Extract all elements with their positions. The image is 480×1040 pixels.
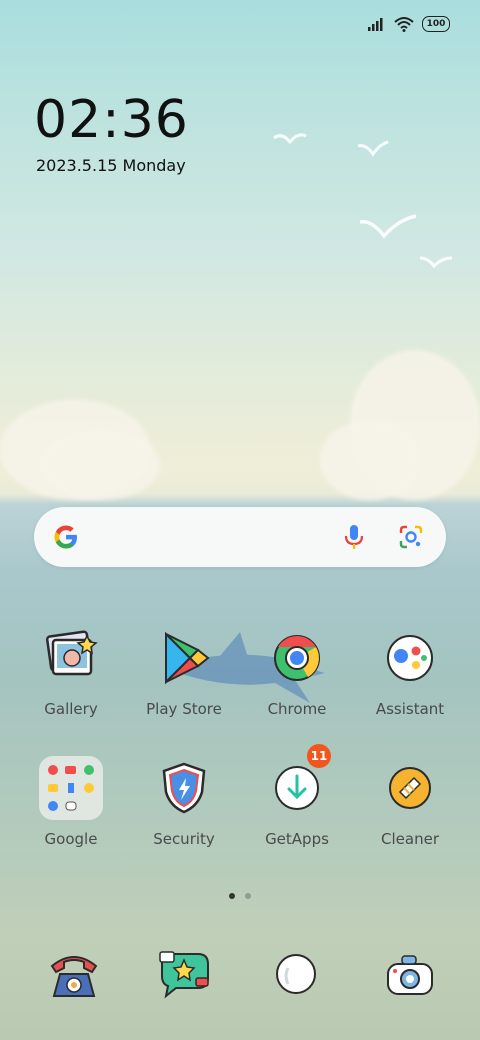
security-shield-icon (154, 758, 214, 818)
app-gallery[interactable]: Gallery (11, 628, 131, 718)
notification-badge: 11 (307, 744, 331, 768)
app-label: Play Store (146, 700, 222, 718)
app-assistant[interactable]: Assistant (350, 628, 470, 718)
gallery-icon (41, 628, 101, 688)
app-label: Security (153, 830, 215, 848)
assistant-icon (380, 628, 440, 688)
app-getapps[interactable]: 11 GetApps (237, 744, 357, 848)
dock-browser[interactable] (266, 944, 326, 1008)
chrome-icon (267, 628, 327, 688)
app-label: GetApps (265, 830, 329, 848)
app-label: Gallery (44, 700, 98, 718)
app-label: Chrome (267, 700, 327, 718)
camera-icon (387, 955, 433, 995)
folder-icon (39, 756, 103, 820)
status-bar: 100 (368, 16, 450, 32)
google-search-bar[interactable] (34, 507, 446, 567)
lens-icon[interactable] (398, 524, 424, 550)
cloud-decoration (320, 420, 420, 500)
battery-icon: 100 (422, 16, 450, 32)
google-g-icon (54, 525, 77, 549)
app-label: Cleaner (381, 830, 439, 848)
app-label: Assistant (375, 700, 445, 718)
browser-icon (276, 954, 316, 994)
getapps-icon: 11 (267, 744, 331, 818)
page-dot-active[interactable] (229, 893, 235, 899)
bird-decoration (357, 140, 389, 157)
cleaner-icon (380, 758, 440, 818)
phone-icon (50, 956, 98, 997)
clock-date[interactable]: 2023.5.15 Monday (36, 156, 186, 175)
clock-time[interactable]: 02:36 (34, 90, 189, 150)
cloud-decoration (40, 430, 160, 500)
mic-icon[interactable] (342, 523, 366, 551)
bird-decoration (359, 214, 417, 239)
app-cleaner[interactable]: Cleaner (350, 758, 470, 848)
app-security[interactable]: Security (124, 758, 244, 848)
dock-camera[interactable] (380, 944, 440, 1008)
app-label: Google (44, 830, 98, 848)
page-dot[interactable] (245, 893, 251, 899)
dock-phone[interactable] (44, 944, 104, 1008)
messages-icon (159, 951, 209, 999)
play-store-icon (154, 628, 214, 688)
app-chrome[interactable]: Chrome (237, 628, 357, 718)
app-play-store[interactable]: Play Store (124, 628, 244, 718)
page-indicator[interactable] (0, 893, 480, 899)
wifi-icon (394, 17, 414, 32)
signal-icon (368, 18, 383, 31)
app-folder-google[interactable]: Google (11, 756, 131, 848)
bird-decoration (419, 256, 453, 269)
bird-decoration (273, 133, 307, 145)
dock-messages[interactable] (154, 944, 214, 1008)
